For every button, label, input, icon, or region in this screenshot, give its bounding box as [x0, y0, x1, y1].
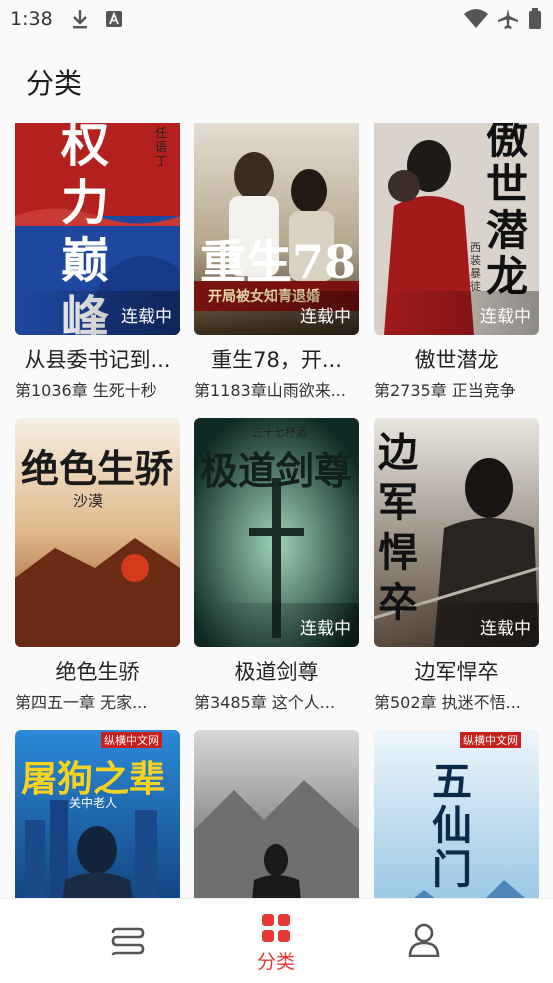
bottom-nav: 分类: [0, 898, 553, 983]
cover-title: 极道剑尊: [200, 448, 353, 493]
book-title[interactable]: 傲世潜龙: [374, 345, 539, 375]
book-cover[interactable]: 三十七杯酒 极道剑尊 连载中: [194, 418, 359, 647]
book-cover[interactable]: 边军悍卒 连载中: [374, 418, 539, 647]
profile-icon: [408, 923, 440, 961]
book-cover[interactable]: [194, 730, 359, 898]
cover-title: 五仙门: [432, 758, 472, 893]
book-card[interactable]: 权力巅峰 任语丁 连载中 从县委书记到... 第1036章 生死十秒: [15, 123, 180, 403]
nav-label: 分类: [256, 951, 295, 973]
book-title[interactable]: 从县委书记到...: [15, 345, 180, 375]
cover-title: 绝色生骄: [21, 446, 174, 491]
book-card[interactable]: 纵横中文网 屠狗之辈 关中老人: [15, 730, 180, 898]
cover-title: 边军悍卒: [378, 429, 418, 626]
status-badge: 连载中: [194, 291, 359, 335]
book-card[interactable]: 边军悍卒 连载中 边军悍卒 第502章 执迷不悟...: [374, 418, 539, 715]
book-title[interactable]: 绝色生骄: [15, 657, 180, 687]
book-cover[interactable]: 纵横中文网 屠狗之辈 关中老人: [15, 730, 180, 898]
book-grid[interactable]: 权力巅峰 任语丁 连载中 从县委书记到... 第1036章 生死十秒 重生78 …: [0, 123, 553, 898]
book-cover[interactable]: 重生78 开局被女知青退婚 连载中: [194, 123, 359, 335]
download-icon: [70, 8, 90, 34]
book-title[interactable]: 极道剑尊: [194, 657, 359, 687]
book-title[interactable]: 边军悍卒: [374, 657, 539, 687]
app-bar: 分类: [0, 38, 553, 123]
cover-author: 任语丁: [155, 126, 168, 168]
latest-chapter: 第2735章 正当竞争: [374, 381, 516, 400]
bookshelf-icon: [111, 925, 145, 963]
latest-chapter: 第1183章山雨欲来...: [194, 381, 346, 400]
book-card[interactable]: 重生78 开局被女知青退婚 连载中 重生78，开... 第1183章山雨欲来..…: [194, 123, 359, 403]
cover-author: 三十七杯酒: [252, 426, 307, 439]
nav-bookshelf[interactable]: [68, 899, 188, 983]
status-badge: 连载中: [374, 603, 539, 647]
book-cover[interactable]: 权力巅峰 任语丁 连载中: [15, 123, 180, 335]
status-badge: [15, 603, 180, 647]
cover-author: 关中老人: [69, 796, 118, 810]
nav-profile[interactable]: [364, 899, 484, 983]
latest-chapter: 第502章 执迷不悟...: [374, 693, 521, 712]
status-badge: 连载中: [15, 291, 180, 335]
status-time: 1:38: [10, 8, 53, 30]
wifi-icon: [463, 8, 489, 34]
cover-publisher: 纵横中文网: [460, 732, 521, 748]
latest-chapter: 第四五一章 无家...: [15, 693, 148, 712]
cover-title: 重生78: [200, 235, 357, 289]
book-title[interactable]: 重生78，开...: [194, 345, 359, 375]
cover-title: 傲世潜龙: [486, 123, 529, 301]
battery-icon: [528, 8, 542, 34]
nav-category[interactable]: 分类: [216, 899, 336, 983]
cover-author: 西装暴徒: [470, 241, 481, 293]
book-cover[interactable]: 傲世潜龙 西装暴徒 连载中: [374, 123, 539, 335]
book-cover[interactable]: 纵横中文网 五仙门: [374, 730, 539, 898]
book-card[interactable]: 纵横中文网 五仙门: [374, 730, 539, 898]
airplane-mode-icon: [497, 8, 519, 34]
book-card[interactable]: [194, 730, 359, 898]
status-badge: 连载中: [194, 603, 359, 647]
book-card[interactable]: 傲世潜龙 西装暴徒 连载中 傲世潜龙 第2735章 正当竞争: [374, 123, 539, 403]
cover-author: 沙漠: [73, 492, 104, 510]
category-grid-icon: [261, 913, 291, 947]
book-card[interactable]: 三十七杯酒 极道剑尊 连载中 极道剑尊 第3485章 这个人...: [194, 418, 359, 715]
cover-publisher: 纵横中文网: [101, 732, 162, 748]
book-cover[interactable]: 绝色生骄 沙漠: [15, 418, 180, 647]
book-card[interactable]: 绝色生骄 沙漠 绝色生骄 第四五一章 无家...: [15, 418, 180, 715]
status-bar: 1:38: [0, 0, 553, 38]
app-a-icon: [104, 8, 124, 34]
latest-chapter: 第1036章 生死十秒: [15, 381, 157, 400]
page-title: 分类: [26, 67, 83, 100]
latest-chapter: 第3485章 这个人...: [194, 693, 336, 712]
status-badge: 连载中: [374, 291, 539, 335]
